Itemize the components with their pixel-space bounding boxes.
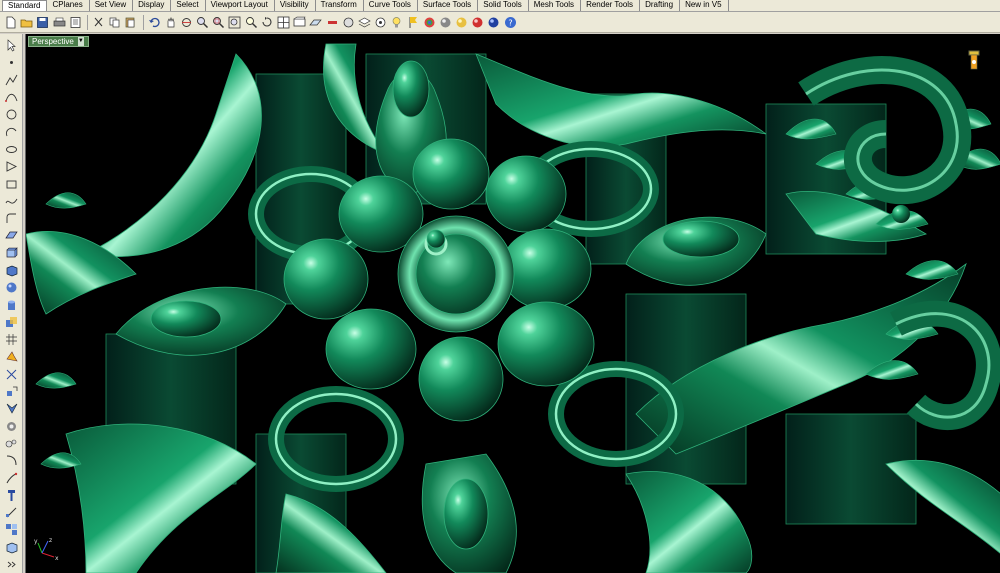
sphere-solid-icon[interactable]: [2, 279, 20, 296]
zoom-dynamic-icon[interactable]: [195, 14, 210, 31]
main-left-toolbar: [0, 34, 23, 573]
globe-icon[interactable]: [486, 14, 501, 31]
tab-drafting[interactable]: Drafting: [640, 0, 681, 11]
select-arrow-icon[interactable]: [2, 37, 20, 54]
tab-new-in-v5[interactable]: New in V5: [680, 0, 729, 11]
copy-icon[interactable]: [107, 14, 122, 31]
dimension-icon[interactable]: [2, 348, 20, 365]
rotate-view-icon[interactable]: [179, 14, 194, 31]
tab-standard[interactable]: Standard: [2, 0, 48, 11]
material-icon[interactable]: [422, 14, 437, 31]
open-folder-icon[interactable]: [19, 14, 34, 31]
undo-icon[interactable]: [147, 14, 162, 31]
new-file-icon[interactable]: [3, 14, 18, 31]
viewport-title-tab[interactable]: Perspective ▼: [28, 36, 89, 47]
mesh-icon[interactable]: [2, 331, 20, 348]
text-tool-icon[interactable]: [2, 366, 20, 383]
light-bulb-icon[interactable]: [389, 14, 404, 31]
box-solid-icon[interactable]: [2, 262, 20, 279]
print-icon[interactable]: [52, 14, 67, 31]
standard-toolbar: ?: [0, 12, 1000, 33]
copy-objects-icon[interactable]: [2, 400, 20, 417]
surface-icon[interactable]: [2, 227, 20, 244]
viewport-menu-arrow-icon[interactable]: ▼: [77, 37, 84, 46]
polyline-icon[interactable]: [2, 72, 20, 89]
object-properties-icon[interactable]: [373, 14, 388, 31]
help-icon[interactable]: ?: [503, 14, 518, 31]
shaded-sphere-icon[interactable]: [438, 14, 453, 31]
circle-icon[interactable]: [2, 106, 20, 123]
layer-icon[interactable]: [357, 14, 372, 31]
set-view-icon[interactable]: [292, 14, 307, 31]
hide-objects-icon[interactable]: [325, 14, 340, 31]
group-icon[interactable]: [2, 521, 20, 538]
tab-visibility[interactable]: Visibility: [274, 0, 316, 11]
tab-transform[interactable]: Transform: [315, 0, 364, 11]
join-icon[interactable]: [2, 487, 20, 504]
save-icon[interactable]: [35, 14, 50, 31]
rotate-objects-icon[interactable]: [2, 418, 20, 435]
flower-center: [397, 215, 515, 333]
properties-icon[interactable]: [68, 14, 83, 31]
undo-view-icon[interactable]: [260, 14, 275, 31]
arc-icon[interactable]: [2, 123, 20, 140]
tab-cplanes[interactable]: CPlanes: [47, 0, 90, 11]
tab-select[interactable]: Select: [171, 0, 206, 11]
lock-objects-icon[interactable]: [341, 14, 356, 31]
ellipse-icon[interactable]: [2, 141, 20, 158]
tab-solid-tools[interactable]: Solid Tools: [478, 0, 529, 11]
tab-display[interactable]: Display: [133, 0, 172, 11]
paste-icon[interactable]: [123, 14, 138, 31]
free-curve-icon[interactable]: [2, 193, 20, 210]
tab-set-view[interactable]: Set View: [89, 0, 134, 11]
tab-curve-tools[interactable]: Curve Tools: [363, 0, 418, 11]
zoom-selected-icon[interactable]: [244, 14, 259, 31]
rendered-sphere-icon[interactable]: [454, 14, 469, 31]
flag-icon[interactable]: [406, 14, 421, 31]
perspective-viewport[interactable]: Perspective ▼ x y z: [25, 34, 1000, 573]
beads: [892, 205, 910, 223]
zoom-window-icon[interactable]: [211, 14, 226, 31]
trim-icon[interactable]: [2, 452, 20, 469]
curve-icon[interactable]: [2, 89, 20, 106]
more-tools-icon[interactable]: [2, 556, 20, 573]
axis-z-label: z: [49, 537, 52, 544]
explode-icon[interactable]: [2, 504, 20, 521]
tab-render-tools[interactable]: Render Tools: [581, 0, 641, 11]
boolean-icon[interactable]: [2, 314, 20, 331]
pan-hand-icon[interactable]: [163, 14, 178, 31]
tab-surface-tools[interactable]: Surface Tools: [417, 0, 479, 11]
cplane-icon[interactable]: [308, 14, 323, 31]
zoom-extents-icon[interactable]: [227, 14, 242, 31]
tab-viewport-layout[interactable]: Viewport Layout: [205, 0, 275, 11]
block-icon[interactable]: [2, 539, 20, 556]
cylinder-solid-icon[interactable]: [2, 296, 20, 313]
world-axis-icon: x y z: [34, 537, 59, 562]
cut-icon[interactable]: [91, 14, 106, 31]
transform-move-icon[interactable]: [2, 383, 20, 400]
scale-objects-icon[interactable]: [2, 435, 20, 452]
polygon-icon[interactable]: [2, 158, 20, 175]
rectangle-icon[interactable]: [2, 175, 20, 192]
four-viewports-icon[interactable]: [276, 14, 291, 31]
axis-x-label: x: [55, 555, 59, 562]
extrude-surface-icon[interactable]: [2, 245, 20, 262]
ornamental-model-render: [26, 43, 1000, 573]
point-icon[interactable]: [2, 54, 20, 71]
svg-text:?: ?: [508, 18, 512, 27]
render-sphere-icon[interactable]: [470, 14, 485, 31]
gumball-widget-icon[interactable]: [968, 50, 982, 72]
toolbar-tab-strip: Standard CPlanes Set View Display Select…: [0, 0, 1000, 12]
split-icon[interactable]: [2, 469, 20, 486]
axis-y-label: y: [34, 538, 38, 545]
tab-mesh-tools[interactable]: Mesh Tools: [528, 0, 582, 11]
viewport-title: Perspective: [32, 37, 74, 46]
fillet-curve-icon[interactable]: [2, 210, 20, 227]
